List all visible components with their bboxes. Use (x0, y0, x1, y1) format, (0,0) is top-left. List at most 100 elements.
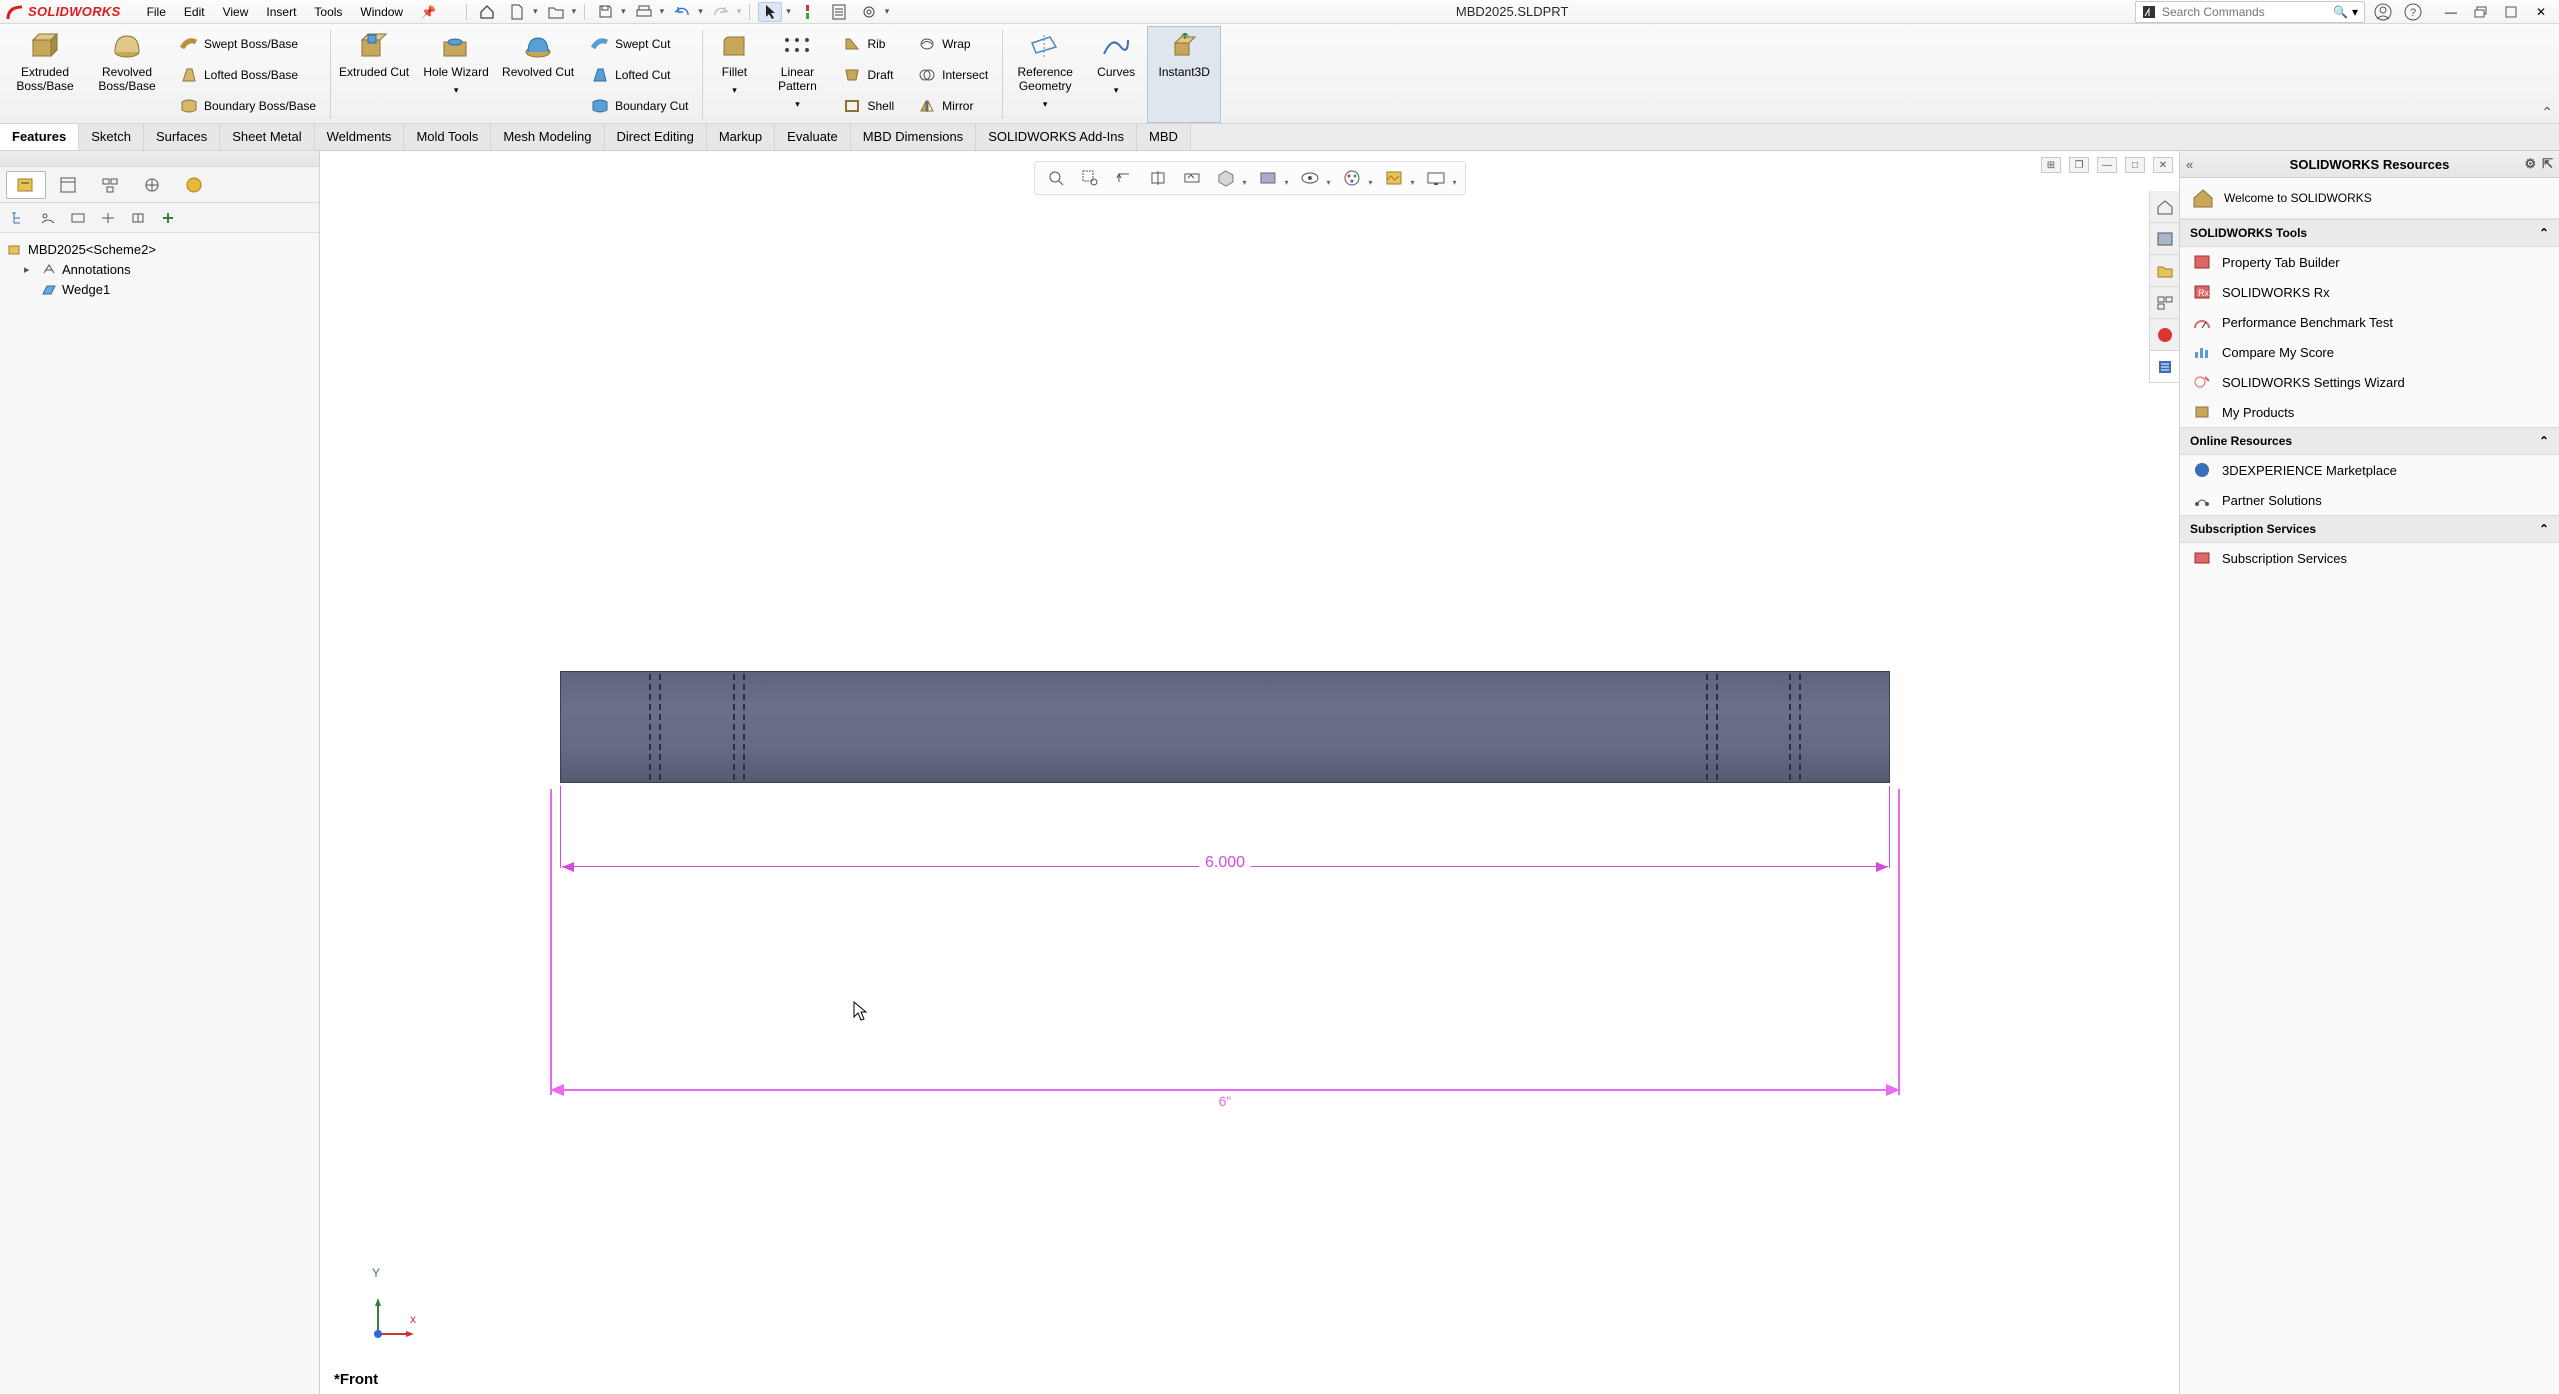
curves-button[interactable]: Curves▾ (1085, 26, 1147, 123)
dropdown-caret-icon[interactable]: ▾ (1242, 178, 1246, 190)
tab-direct-editing[interactable]: Direct Editing (605, 124, 707, 150)
section-view-icon[interactable] (1144, 166, 1170, 190)
view-settings-icon[interactable] (1423, 166, 1449, 190)
settings-wizard[interactable]: SOLIDWORKS Settings Wizard (2180, 367, 2559, 397)
user-account-icon[interactable] (2371, 2, 2395, 22)
options-gear-icon[interactable] (857, 2, 881, 22)
dropdown-caret-icon[interactable]: ▾ (1284, 178, 1288, 190)
restore-down-icon[interactable] (2469, 2, 2493, 22)
open-document-icon[interactable] (544, 2, 568, 22)
dropdown-caret-icon[interactable]: ▾ (786, 6, 791, 17)
task-pane-pin-icon[interactable]: ⇱ (2542, 156, 2553, 172)
rib-button[interactable]: Rib (837, 31, 900, 57)
dropdown-caret-icon[interactable]: ▾ (572, 6, 577, 17)
chevron-up-icon[interactable]: ⌃ (2539, 226, 2549, 240)
view-orientation-icon[interactable] (1212, 166, 1238, 190)
3dexperience-marketplace[interactable]: 3DEXPERIENCE Marketplace (2180, 455, 2559, 485)
reference-geometry-button[interactable]: Reference Geometry▾ (1005, 26, 1085, 123)
save-icon[interactable] (593, 2, 617, 22)
lofted-boss-button[interactable]: Lofted Boss/Base (174, 62, 322, 88)
swept-cut-button[interactable]: Swept Cut (585, 31, 694, 57)
lofted-cut-button[interactable]: Lofted Cut (585, 62, 694, 88)
tab-sketch[interactable]: Sketch (79, 124, 144, 150)
dropdown-caret-icon[interactable]: ▾ (795, 97, 800, 111)
extruded-boss-button[interactable]: Extruded Boss/Base (4, 26, 86, 123)
subscription-section-header[interactable]: Subscription Services⌃ (2180, 515, 2559, 543)
dropdown-caret-icon[interactable]: ▾ (454, 83, 459, 97)
menu-edit[interactable]: Edit (176, 2, 213, 22)
dropdown-caret-icon[interactable]: ▾ (1043, 97, 1048, 111)
search-input[interactable] (2162, 5, 2333, 19)
boundary-cut-button[interactable]: Boundary Cut (585, 93, 694, 119)
chevron-up-icon[interactable]: ⌃ (2539, 522, 2549, 536)
display-manager-tab-icon[interactable] (174, 171, 214, 199)
compare-my-score[interactable]: Compare My Score (2180, 337, 2559, 367)
performance-benchmark[interactable]: Performance Benchmark Test (2180, 307, 2559, 337)
online-section-header[interactable]: Online Resources⌃ (2180, 427, 2559, 455)
maximize-icon[interactable] (2499, 2, 2523, 22)
taskpane-resources-icon[interactable] (2150, 351, 2179, 383)
partner-solutions[interactable]: Partner Solutions (2180, 485, 2559, 515)
minimize-icon[interactable]: — (2439, 2, 2463, 22)
dropdown-caret-icon[interactable]: ▾ (660, 6, 665, 17)
tree-display-icon[interactable] (6, 207, 30, 229)
tab-evaluate[interactable]: Evaluate (775, 124, 851, 150)
dropdown-caret-icon[interactable]: ▾ (1453, 178, 1457, 190)
linear-pattern-button[interactable]: Linear Pattern▾ (763, 26, 831, 123)
my-products[interactable]: My Products (2180, 397, 2559, 427)
dropdown-caret-icon[interactable]: ▾ (732, 83, 737, 97)
tab-features[interactable]: Features (0, 124, 79, 150)
dropdown-caret-icon[interactable]: ▾ (621, 6, 626, 17)
zoom-area-icon[interactable] (1076, 166, 1102, 190)
home-icon[interactable] (475, 2, 499, 22)
file-properties-icon[interactable] (827, 2, 851, 22)
intersect-button[interactable]: Intersect (912, 62, 994, 88)
graphics-view[interactable]: ⊞ ❐ — □ ✕ ▾ ▾ ▾ ▾ ▾ ▾ (320, 151, 2179, 1394)
menu-pin-icon[interactable]: 📌 (413, 2, 444, 22)
tab-surfaces[interactable]: Surfaces (144, 124, 220, 150)
mirror-button[interactable]: Mirror (912, 93, 994, 119)
close-icon[interactable]: ✕ (2529, 2, 2553, 22)
tab-mbd[interactable]: MBD (1137, 124, 1191, 150)
search-commands[interactable]: 🔍▾ (2135, 1, 2365, 23)
tools-section-header[interactable]: SOLIDWORKS Tools⌃ (2180, 219, 2559, 247)
rebuild-icon[interactable] (797, 2, 821, 22)
tab-mold-tools[interactable]: Mold Tools (404, 124, 491, 150)
tab-markup[interactable]: Markup (707, 124, 775, 150)
tree-add-icon[interactable] (156, 207, 180, 229)
property-tab-builder[interactable]: Property Tab Builder (2180, 247, 2559, 277)
new-document-icon[interactable] (505, 2, 529, 22)
mdi-tile-icon[interactable]: ⊞ (2041, 157, 2061, 173)
revolved-cut-button[interactable]: Revolved Cut (497, 26, 579, 123)
welcome-row[interactable]: Welcome to SOLIDWORKS (2180, 178, 2559, 219)
taskpane-home-icon[interactable] (2150, 191, 2179, 223)
solidworks-rx[interactable]: RxSOLIDWORKS Rx (2180, 277, 2559, 307)
mdi-close-icon[interactable]: ✕ (2153, 157, 2173, 173)
tree-filter-icon[interactable] (36, 207, 60, 229)
dropdown-caret-icon[interactable]: ▾ (698, 6, 703, 17)
solid-body[interactable] (560, 671, 1890, 783)
taskpane-view-palette-icon[interactable] (2150, 287, 2179, 319)
hole-wizard-button[interactable]: Hole Wizard▾ (415, 26, 497, 123)
menu-file[interactable]: File (139, 2, 174, 22)
configuration-manager-tab-icon[interactable] (90, 171, 130, 199)
dropdown-caret-icon[interactable]: ▾ (1114, 83, 1119, 97)
instant3d-button[interactable]: Instant3D (1147, 26, 1221, 123)
help-icon[interactable]: ? (2401, 2, 2425, 22)
dropdown-caret-icon[interactable]: ▾ (533, 6, 538, 17)
panel-grip[interactable] (0, 151, 319, 167)
shell-button[interactable]: Shell (837, 93, 900, 119)
property-manager-tab-icon[interactable] (48, 171, 88, 199)
dynamic-annotation-icon[interactable] (1178, 166, 1204, 190)
search-magnifier-icon[interactable]: 🔍 (2333, 5, 2348, 19)
task-pane-settings-icon[interactable]: ⚙ (2524, 156, 2536, 172)
dimxpert-manager-tab-icon[interactable] (132, 171, 172, 199)
wrap-button[interactable]: Wrap (912, 31, 994, 57)
dropdown-caret-icon[interactable]: ▾ (2352, 5, 2358, 19)
tree-view-icon[interactable] (66, 207, 90, 229)
swept-boss-button[interactable]: Swept Boss/Base (174, 31, 322, 57)
redo-icon[interactable] (709, 2, 733, 22)
tree-tool-icon[interactable] (96, 207, 120, 229)
dropdown-caret-icon[interactable]: ▾ (1369, 178, 1373, 190)
dropdown-caret-icon[interactable]: ▾ (737, 6, 742, 17)
